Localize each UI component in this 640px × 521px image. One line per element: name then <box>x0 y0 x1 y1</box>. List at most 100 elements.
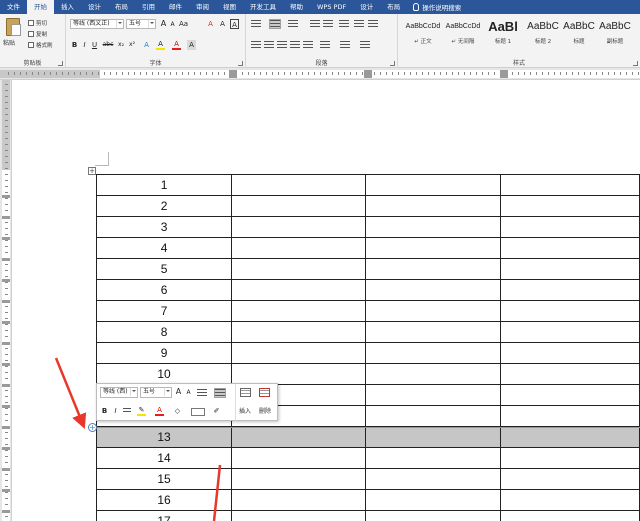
mini-borders-icon[interactable] <box>191 408 205 416</box>
distributed-icon[interactable] <box>303 41 313 49</box>
table-cell[interactable] <box>231 300 367 322</box>
style-subtitle[interactable]: AaBbC 副标题 <box>594 17 636 51</box>
table-cell[interactable] <box>231 468 367 490</box>
table-cell[interactable] <box>500 447 640 469</box>
table-cell-number[interactable]: 17 <box>95 510 233 521</box>
table-cell-number[interactable]: 5 <box>95 258 233 280</box>
tab-table-layout[interactable]: 布局 <box>380 0 407 14</box>
format-painter-button[interactable]: 格式刷 <box>28 41 53 49</box>
table-cell[interactable] <box>500 195 640 217</box>
borders-icon[interactable] <box>360 41 370 49</box>
table-cell[interactable] <box>365 447 502 469</box>
mini-bold-button[interactable]: B <box>100 406 109 416</box>
mini-shrink-font-button[interactable]: A <box>184 388 193 398</box>
line-spacing-icon[interactable] <box>320 41 330 49</box>
column-marker[interactable] <box>364 70 372 78</box>
row-marker[interactable] <box>2 405 10 408</box>
table-cell-number[interactable]: 13 <box>95 426 233 448</box>
clear-format-button[interactable]: A <box>206 19 215 29</box>
table-row[interactable]: 1 <box>95 174 640 196</box>
table-cell-number[interactable]: 15 <box>95 468 233 490</box>
table-row[interactable]: 10 <box>95 363 640 385</box>
table-cell[interactable] <box>231 258 367 280</box>
table-cell-number[interactable]: 9 <box>95 342 233 364</box>
table-cell[interactable] <box>500 279 640 301</box>
table-cell[interactable] <box>231 279 367 301</box>
row-marker[interactable] <box>2 468 10 471</box>
tab-wps-pdf[interactable]: WPS PDF <box>310 0 353 14</box>
underline-button[interactable]: U <box>90 40 99 50</box>
mini-delete-button[interactable]: 删除 <box>259 406 271 415</box>
table-row[interactable]: 14 <box>95 447 640 469</box>
mini-insert-button[interactable]: 插入 <box>239 406 251 415</box>
mini-highlight-button[interactable]: ✎ <box>137 406 146 416</box>
table-cell-number[interactable]: 8 <box>95 321 233 343</box>
mini-format-painter-button[interactable]: ✐ <box>212 406 221 416</box>
table-row[interactable]: 9 <box>95 342 640 364</box>
table-cell[interactable] <box>365 258 502 280</box>
tab-review[interactable]: 审阅 <box>189 0 216 14</box>
table-cell-number[interactable]: 10 <box>95 363 233 385</box>
table-cell[interactable] <box>500 237 640 259</box>
paragraph-launcher-icon[interactable] <box>390 61 395 66</box>
table-cell[interactable] <box>500 468 640 490</box>
bullets-icon[interactable] <box>251 20 261 28</box>
row-marker[interactable] <box>2 489 10 492</box>
table-cell[interactable] <box>365 342 502 364</box>
styles-launcher-icon[interactable] <box>633 61 638 66</box>
table-cell[interactable] <box>365 489 502 511</box>
cut-button[interactable]: 剪切 <box>28 19 47 27</box>
tab-view[interactable]: 视图 <box>216 0 243 14</box>
table-cell[interactable] <box>500 300 640 322</box>
document-page[interactable]: + 1234567891011121314151617 + <box>12 80 640 521</box>
shading-icon[interactable] <box>340 41 350 49</box>
table-cell-number[interactable]: 4 <box>95 237 233 259</box>
table-cell-number[interactable]: 14 <box>95 447 233 469</box>
row-marker[interactable] <box>2 195 10 198</box>
table-cell[interactable] <box>231 216 367 238</box>
tab-file[interactable]: 文件 <box>0 0 27 14</box>
decrease-indent-icon[interactable] <box>310 20 320 28</box>
row-marker[interactable] <box>2 258 10 261</box>
mini-font-color-button[interactable]: A <box>155 406 164 416</box>
char-border-button[interactable]: A <box>230 19 239 29</box>
mini-grow-font-button[interactable]: A <box>174 387 183 397</box>
style-heading-1[interactable]: AaBl 标题 1 <box>482 17 524 51</box>
mini-bullets-icon[interactable] <box>197 389 207 397</box>
table-cell[interactable] <box>500 321 640 343</box>
table-cell-number[interactable]: 16 <box>95 489 233 511</box>
table-cell[interactable] <box>500 384 640 406</box>
paste-icon[interactable] <box>6 18 21 36</box>
table-cell[interactable] <box>365 300 502 322</box>
table-cell-number[interactable]: 1 <box>95 174 233 196</box>
row-marker[interactable] <box>2 342 10 345</box>
strikethrough-button[interactable]: abc <box>102 40 114 50</box>
justify-icon[interactable] <box>290 41 300 49</box>
delete-table-icon[interactable] <box>259 388 270 397</box>
table-cell[interactable] <box>231 342 367 364</box>
clipboard-launcher-icon[interactable] <box>58 61 63 66</box>
column-marker[interactable] <box>500 70 508 78</box>
table-row[interactable]: 17 <box>95 510 640 521</box>
table-cell[interactable] <box>500 489 640 511</box>
tab-design[interactable]: 设计 <box>81 0 108 14</box>
table-cell[interactable] <box>365 384 502 406</box>
show-marks-icon[interactable] <box>368 20 378 28</box>
table-cell[interactable] <box>365 321 502 343</box>
tab-layout[interactable]: 布局 <box>108 0 135 14</box>
table-cell[interactable] <box>500 216 640 238</box>
font-name-select[interactable]: 等线 (西文正) <box>70 19 124 29</box>
table-cell[interactable] <box>365 174 502 196</box>
table-cell-number[interactable]: 7 <box>95 300 233 322</box>
tab-references[interactable]: 引用 <box>135 0 162 14</box>
row-marker[interactable] <box>2 237 10 240</box>
table-cell[interactable] <box>365 216 502 238</box>
row-marker[interactable] <box>2 363 10 366</box>
insert-table-icon[interactable] <box>240 388 251 397</box>
table-cell[interactable] <box>365 237 502 259</box>
table-cell[interactable] <box>365 510 502 521</box>
row-marker[interactable] <box>2 216 10 219</box>
table-cell[interactable] <box>500 342 640 364</box>
font-launcher-icon[interactable] <box>238 61 243 66</box>
grow-font-button[interactable]: A <box>159 19 168 29</box>
